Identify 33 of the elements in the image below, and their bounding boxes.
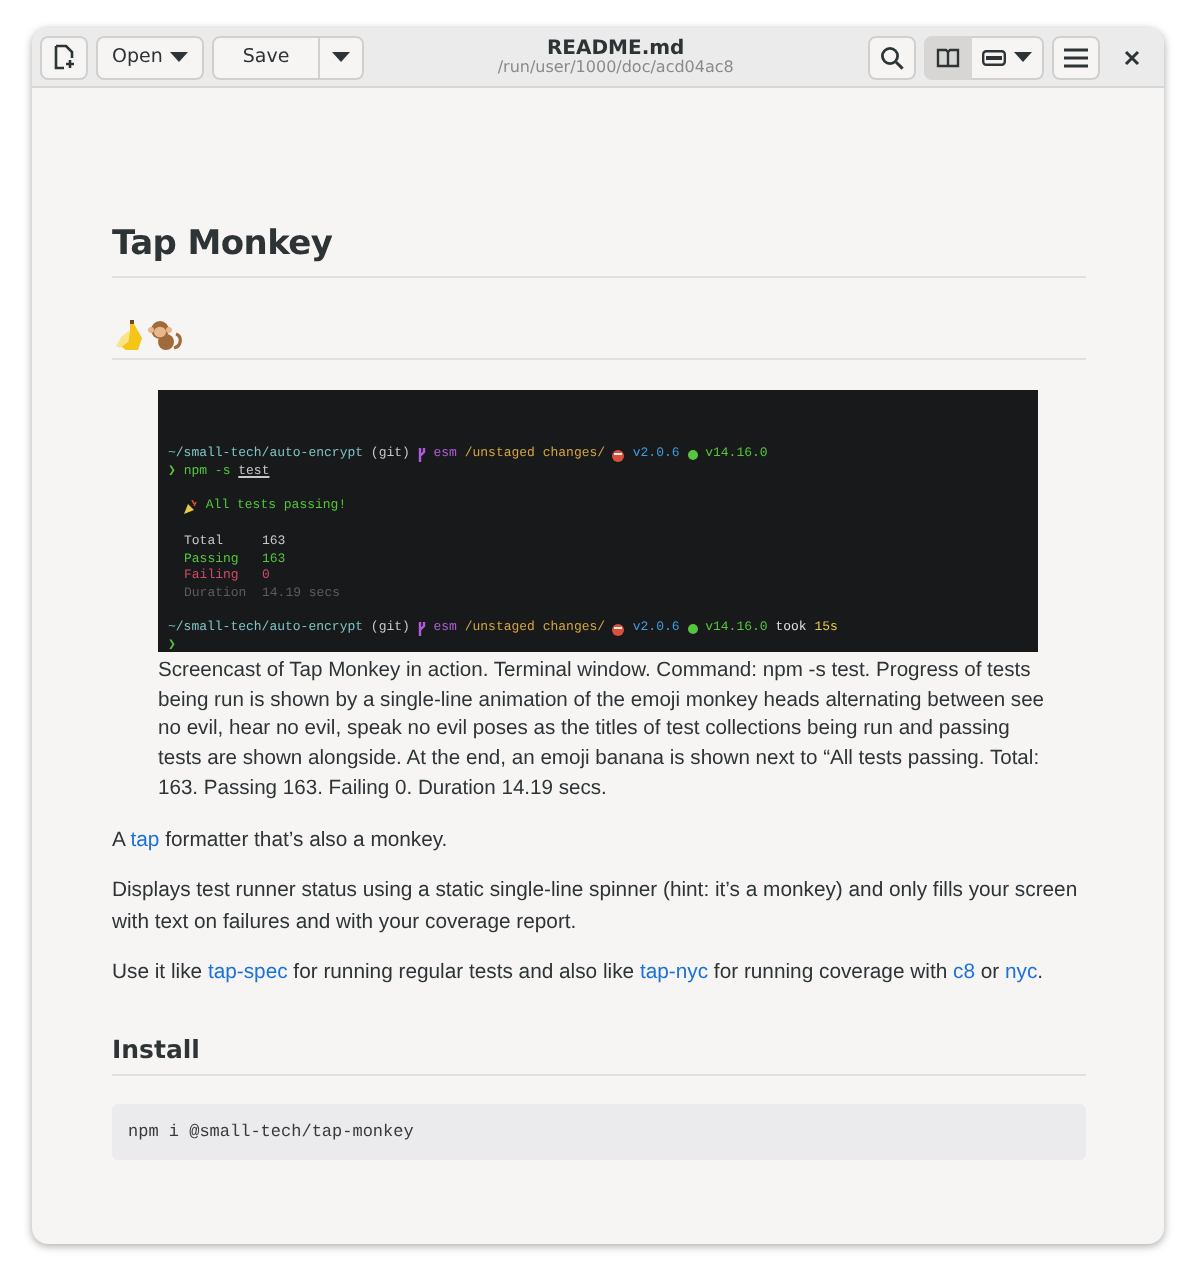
image-caption: Screencast of Tap Monkey in action. Terminal window. Command: npm -s test. Progress of tests being run is shown by a single-line animation of the emoji monkey heads alternating between see no evil, hear no evil, speak no evil poses as the titles of test collections being run and passing tests are shown alongside. At the end, an emoji banana is shown next to “All tests passing. Total: 163. Passing 163. Failing 0. Duration 14.19 secs. bbox=[158, 658, 1047, 804]
paragraph: A tap formatter that’s also a monkey. bbox=[112, 827, 450, 856]
document-title: Tap Monkey bbox=[112, 224, 1086, 278]
menu-icon bbox=[1064, 47, 1088, 67]
caret-icon bbox=[170, 52, 189, 62]
link[interactable]: c8 bbox=[953, 962, 975, 985]
banana-icon bbox=[112, 318, 146, 352]
monkey-icon bbox=[148, 318, 182, 352]
paragraph: Displays test runner status using a static single-line spinner (hint: it’s a monkey) and only fills your screen with text on failures and with your coverage report. bbox=[112, 878, 1080, 938]
save-button[interactable]: Save bbox=[212, 35, 320, 79]
link[interactable]: tap bbox=[130, 829, 160, 852]
paragraph: Use it like tap-spec for running regular tests and also like tap-nyc for running coverage with c8 or nyc. bbox=[112, 960, 1046, 989]
window-subtitle: /run/user/1000/doc/acd04ac8 bbox=[497, 59, 734, 77]
open-button[interactable]: Open bbox=[96, 35, 205, 79]
link[interactable]: nyc bbox=[1005, 962, 1038, 985]
close-icon bbox=[1124, 49, 1140, 65]
save-menu-button[interactable] bbox=[319, 35, 364, 79]
reader-view-button[interactable] bbox=[924, 35, 972, 79]
link[interactable]: tap-spec bbox=[207, 962, 288, 985]
book-icon bbox=[936, 47, 960, 67]
new-document-button[interactable] bbox=[40, 35, 88, 79]
view-mode-button[interactable] bbox=[972, 35, 1044, 79]
menu-button[interactable] bbox=[1052, 35, 1100, 79]
window-title: README.md bbox=[546, 37, 685, 60]
section-heading: Install bbox=[112, 1033, 1086, 1076]
new-document-icon bbox=[52, 44, 76, 70]
caret-icon bbox=[1014, 52, 1032, 62]
link[interactable]: tap-nyc bbox=[639, 962, 709, 985]
code-block: npm i @small-tech/tap-monkey bbox=[112, 1103, 1086, 1160]
search-button[interactable] bbox=[868, 35, 916, 79]
caret-icon bbox=[331, 52, 350, 62]
search-icon bbox=[880, 45, 904, 69]
panel-icon bbox=[982, 49, 1006, 65]
